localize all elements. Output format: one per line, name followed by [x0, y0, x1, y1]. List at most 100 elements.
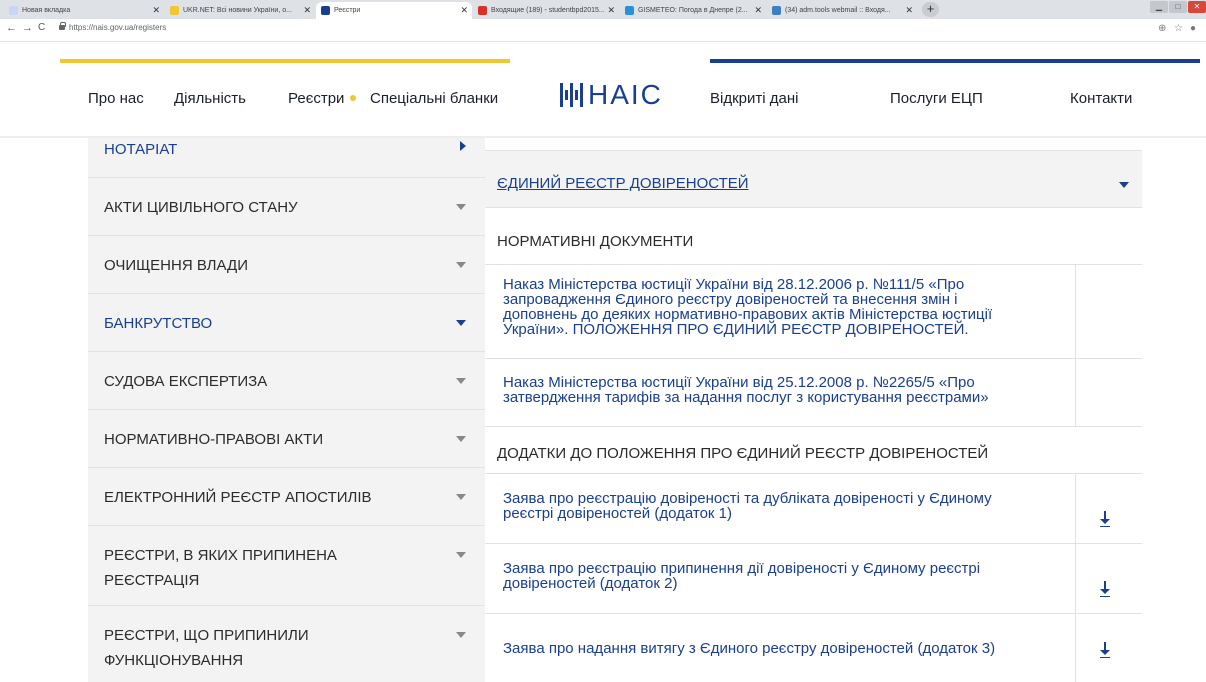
sidebar-item-notary[interactable]: НОТАРІАТ [88, 138, 485, 178]
header-stripe-blue [710, 59, 1200, 63]
zoom-icon[interactable]: ⊕ [1158, 23, 1166, 34]
doc-link[interactable]: Наказ Міністерства юстиції України від 2… [503, 375, 1073, 405]
tab-favicon [625, 6, 634, 15]
sidebar-item-lustration[interactable]: ОЧИЩЕННЯ ВЛАДИ [88, 236, 485, 294]
sidebar-item-apostille[interactable]: ЕЛЕКТРОННИЙ РЕЄСТР АПОСТИЛІВ [88, 468, 485, 526]
sidebar-item-label: РЕЄСТРИ, ЩО ПРИПИНИЛИ [104, 627, 309, 644]
address-bar: ← → C https://nais.gov.ua/registers ⊕ ☆ … [0, 19, 1206, 42]
tab-label: Реєстри [334, 7, 361, 14]
nav-about[interactable]: Про нас [88, 90, 144, 107]
tab-favicon [321, 6, 330, 15]
row-divider [1075, 359, 1076, 426]
doc-link[interactable]: Наказ Міністерства юстиції України від 2… [503, 277, 1073, 337]
attachment-link-line: Заява про реєстрацію припинення дії дові… [503, 560, 981, 577]
doc-row[interactable]: Наказ Міністерства юстиції України від 2… [485, 359, 1142, 427]
nav-open-data[interactable]: Відкриті дані [710, 90, 798, 107]
attachment-link[interactable]: Заява про реєстрацію довіреності та дубл… [503, 491, 1073, 521]
section-normative-docs: НОРМАТИВНІ ДОКУМЕНТИ [485, 208, 1142, 265]
sidebar-item-bankruptcy[interactable]: БАНКРУТСТВО [88, 294, 485, 352]
download-icon[interactable] [1099, 642, 1111, 658]
reload-icon[interactable]: C [38, 22, 45, 33]
sidebar-item-label: НОТАРІАТ [104, 141, 178, 158]
close-icon[interactable]: ✕ [152, 2, 160, 19]
sidebar-item-label: ЕЛЕКТРОННИЙ РЕЄСТР АПОСТИЛІВ [104, 489, 372, 506]
tab-gmail[interactable]: Входящие (189) - studentbpd2015... ✕ [473, 2, 619, 19]
url-field[interactable]: https://nais.gov.ua/registers [69, 23, 166, 32]
sidebar-item-label: НОРМАТИВНО-ПРАВОВІ АКТИ [104, 431, 324, 448]
close-icon[interactable]: ✕ [303, 2, 311, 19]
tab-registers[interactable]: Реєстри ✕ [316, 2, 472, 19]
sidebar: НОТАРІАТ АКТИ ЦИВІЛЬНОГО СТАНУ ОЧИЩЕННЯ … [88, 138, 485, 682]
register-title-link[interactable]: ЄДИНИЙ РЕЄСТР ДОВІРЕНОСТЕЙ [497, 175, 749, 192]
sidebar-item-label: ОЧИЩЕННЯ ВЛАДИ [104, 257, 248, 274]
nav-eds-services[interactable]: Послуги ЕЦП [890, 90, 983, 107]
main-content: ЄДИНИЙ РЕЄСТР ДОВІРЕНОСТЕЙ НОРМАТИВНІ ДО… [485, 138, 1142, 682]
tab-favicon [772, 6, 781, 15]
chevron-down-icon [1119, 182, 1129, 188]
attachment-link-line: реєстрі довіреностей (додаток 1) [503, 505, 732, 522]
chevron-right-icon [460, 141, 466, 151]
sidebar-item-defunct-registers[interactable]: РЕЄСТРИ, ЩО ПРИПИНИЛИ ФУНКЦІОНУВАННЯ [88, 606, 485, 682]
header-stripe-yellow [60, 59, 510, 63]
forward-icon[interactable]: → [22, 22, 33, 34]
chevron-down-icon [456, 320, 466, 326]
chevron-down-icon [456, 262, 466, 268]
back-icon[interactable]: ← [6, 22, 17, 34]
close-icon[interactable]: ✕ [754, 2, 762, 19]
tab-label: Новая вкладка [22, 7, 71, 14]
tab-ukrnet[interactable]: UKR.NET: Всі новини України, о... ✕ [165, 2, 315, 19]
row-divider [1075, 614, 1076, 682]
star-icon[interactable]: ☆ [1174, 23, 1183, 34]
nav-special-forms[interactable]: Спеціальні бланки [370, 90, 498, 107]
tab-label: GISMETEO: Погода в Днепре (2... [638, 7, 748, 14]
chevron-down-icon [456, 204, 466, 210]
download-icon[interactable] [1099, 511, 1111, 527]
doc-link-line: запровадження Єдиного реєстру довіреност… [503, 291, 958, 308]
attachment-row[interactable]: Заява про реєстрацію довіреності та дубл… [485, 474, 1142, 544]
chevron-down-icon [456, 552, 466, 558]
nav-registers[interactable]: Реєстри [288, 90, 357, 107]
logo-mark-icon [560, 83, 584, 107]
sidebar-item-legal-acts[interactable]: НОРМАТИВНО-ПРАВОВІ АКТИ [88, 410, 485, 468]
logo-text: НАІС [588, 79, 663, 110]
register-accordion-header[interactable]: ЄДИНИЙ РЕЄСТР ДОВІРЕНОСТЕЙ [485, 151, 1142, 208]
attachment-row[interactable]: Заява про реєстрацію припинення дії дові… [485, 544, 1142, 614]
doc-link-line: України». ПОЛОЖЕННЯ ПРО ЄДИНИЙ РЕЄСТР ДО… [503, 321, 969, 338]
doc-row[interactable]: Наказ Міністерства юстиції України від 2… [485, 265, 1142, 359]
window-close-button[interactable]: ✕ [1188, 1, 1206, 13]
sidebar-item-forensics[interactable]: СУДОВА ЕКСПЕРТИЗА [88, 352, 485, 410]
close-icon[interactable]: ✕ [460, 2, 468, 19]
nav-contacts[interactable]: Контакти [1070, 90, 1132, 107]
sidebar-item-label: РЕЄСТРАЦІЯ [104, 572, 200, 589]
sidebar-item-label: ФУНКЦІОНУВАННЯ [104, 652, 244, 669]
row-divider [1075, 544, 1076, 613]
close-icon[interactable]: ✕ [607, 2, 615, 19]
nav-activity[interactable]: Діяльність [174, 90, 246, 107]
download-icon[interactable] [1099, 581, 1111, 597]
row-divider [1075, 474, 1076, 543]
tab-new[interactable]: Новая вкладка ✕ [4, 2, 164, 19]
doc-link-line: доповнень до деяких нормативно-правових … [503, 306, 993, 323]
tab-gismeteo[interactable]: GISMETEO: Погода в Днепре (2... ✕ [620, 2, 766, 19]
sidebar-item-civil-acts[interactable]: АКТИ ЦИВІЛЬНОГО СТАНУ [88, 178, 485, 236]
chevron-down-icon [456, 494, 466, 500]
sidebar-item-terminated-registration[interactable]: РЕЄСТРИ, В ЯКИХ ПРИПИНЕНА РЕЄСТРАЦІЯ [88, 526, 485, 606]
new-tab-button[interactable]: + [922, 2, 939, 17]
attachment-link-line: довіреностей (додаток 2) [503, 575, 678, 592]
tab-favicon [478, 6, 487, 15]
account-icon[interactable]: ● [1190, 23, 1196, 34]
close-icon[interactable]: ✕ [905, 2, 913, 19]
tab-webmail[interactable]: (34) adm.tools webmail :: Входя... ✕ [767, 2, 917, 19]
browser-tab-bar: Новая вкладка ✕ UKR.NET: Всі новини Укра… [0, 0, 1206, 19]
window-minimize-button[interactable]: ▁ [1150, 1, 1168, 13]
chevron-down-icon [456, 632, 466, 638]
attachment-link[interactable]: Заява про надання витягу з Єдиного реєст… [503, 641, 1073, 656]
attachment-row[interactable]: Заява про надання витягу з Єдиного реєст… [485, 614, 1142, 682]
doc-link-line: Наказ Міністерства юстиції України від 2… [503, 276, 965, 293]
attachment-link-line: Заява про реєстрацію довіреності та дубл… [503, 490, 992, 507]
attachment-link[interactable]: Заява про реєстрацію припинення дії дові… [503, 561, 1073, 591]
lock-icon [59, 22, 66, 30]
window-maximize-button[interactable]: □ [1169, 1, 1187, 13]
active-dot-icon [350, 95, 357, 101]
section-heading: НОРМАТИВНІ ДОКУМЕНТИ [497, 233, 694, 250]
